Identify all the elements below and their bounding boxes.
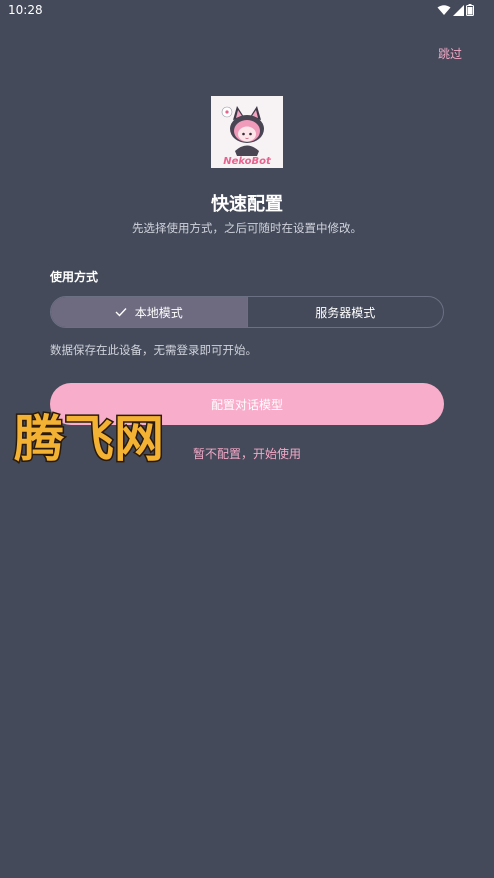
status-time: 10:28	[8, 3, 43, 17]
watermark-logo: 腾飞网	[13, 409, 166, 470]
battery-icon	[466, 4, 474, 16]
check-icon	[115, 308, 127, 317]
server-mode-option[interactable]: 服务器模式	[248, 297, 444, 327]
logo-brand-text: NekoBot	[223, 156, 272, 167]
wifi-icon	[437, 4, 451, 15]
local-mode-label: 本地模式	[134, 305, 183, 320]
app-logo: NekoBot	[211, 96, 283, 168]
page-title: 快速配置	[211, 194, 283, 215]
configure-model-label: 配置对话模型	[210, 397, 283, 412]
server-mode-label: 服务器模式	[315, 305, 376, 320]
mode-description: 数据保存在此设备，无需登录即可开始。	[50, 343, 257, 357]
watermark: 腾飞网	[12, 398, 182, 470]
usage-mode-toggle: 本地模式 服务器模式	[50, 296, 444, 328]
usage-section-label: 使用方式	[50, 270, 99, 284]
local-mode-option[interactable]: 本地模式	[51, 297, 248, 327]
signal-icon	[453, 4, 464, 16]
status-bar: 10:28	[0, 0, 494, 22]
neko-mascot-icon: NekoBot	[211, 96, 283, 168]
page-subtitle: 先选择使用方式，之后可随时在设置中修改。	[132, 221, 362, 235]
status-icons	[437, 4, 474, 16]
watermark-text: 腾飞网	[14, 410, 164, 468]
skip-button[interactable]: 跳过	[438, 45, 462, 62]
